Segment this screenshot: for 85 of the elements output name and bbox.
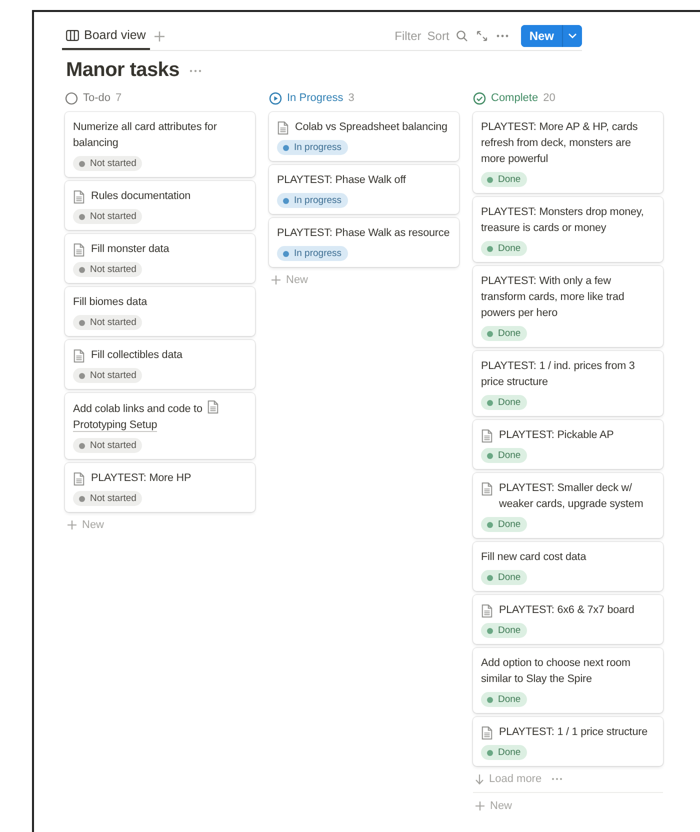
card-title: PLAYTEST: 6x6 & 7x7 board (499, 603, 634, 618)
status-tag: Not started (73, 315, 142, 330)
card-title: Fill biomes data (73, 295, 148, 310)
page-link[interactable]: Prototyping Setup (73, 419, 158, 432)
status-tag: Not started (73, 491, 142, 506)
card-title: Colab vs Spreadsheet balancing (295, 120, 448, 135)
task-card[interactable]: PLAYTEST: With only a few transform cards, more like trad powers per hero Done (473, 266, 663, 347)
task-card[interactable]: PLAYTEST: More AP & HP, cards refresh from deck, monsters are more powerful Done (473, 112, 663, 193)
board-view-tab[interactable]: Board view (62, 22, 150, 50)
status-tag: Not started (73, 209, 142, 224)
card-title: PLAYTEST: 1 / 1 price structure (499, 725, 648, 740)
card-title: Fill monster data (91, 242, 170, 257)
status-tag: In progress (277, 193, 348, 208)
task-card[interactable]: Rules documentation Not started (65, 181, 255, 230)
column-title: In Progress (287, 92, 344, 104)
task-card[interactable]: PLAYTEST: More HP Not started (65, 463, 255, 512)
status-tag: Done (481, 517, 527, 532)
task-card[interactable]: PLAYTEST: Phase Walk off In progress (269, 165, 459, 214)
card-title: Fill collectibles data (91, 348, 182, 363)
empty-circle-icon (65, 92, 78, 104)
board-title: Manor tasks (66, 59, 180, 82)
status-tag: Done (481, 570, 527, 585)
task-card[interactable]: PLAYTEST: 6x6 & 7x7 board Done (473, 595, 663, 644)
status-tag: Not started (73, 262, 142, 277)
card-title: Fill new card cost data (481, 550, 586, 565)
card-title: PLAYTEST: Phase Walk as resource (277, 226, 450, 241)
card-title: PLAYTEST: Monsters drop money, treasure is cards or money (481, 205, 645, 236)
status-tag: Not started (73, 438, 142, 453)
more-icon (550, 777, 563, 781)
card-title: Add option to choose next room similar to Slay the Spire (481, 656, 632, 687)
task-card[interactable]: Colab vs Spreadsheet balancing In progress (269, 112, 459, 161)
status-tag: In progress (277, 140, 348, 155)
status-tag: Done (481, 692, 527, 707)
column-title: To-do (83, 92, 111, 104)
task-card[interactable]: Fill biomes data Not started (65, 287, 255, 336)
status-tag: Done (481, 448, 527, 463)
caret-icon[interactable] (562, 25, 582, 47)
card-title: PLAYTEST: More AP & HP, cards refresh from deck, monsters are more powerful (481, 120, 639, 167)
card-title: PLAYTEST: Phase Walk off (277, 173, 406, 188)
status-tag: Done (481, 326, 527, 341)
task-card[interactable]: PLAYTEST: Phase Walk as resource In progress (269, 218, 459, 267)
add-view-icon[interactable] (154, 30, 165, 42)
status-tag: Done (481, 241, 527, 256)
task-card[interactable]: Add option to choose next room similar to Slay the Spire Done (473, 648, 663, 713)
status-tag: Not started (73, 156, 142, 171)
column-title: Complete (491, 92, 538, 104)
page-icon (207, 400, 220, 414)
plus-icon (67, 520, 77, 530)
task-card[interactable]: Fill collectibles data Not started (65, 340, 255, 389)
task-card[interactable]: Add colab links and code to Prototyping Setup Not started (65, 393, 255, 459)
task-card[interactable]: Fill monster data Not started (65, 234, 255, 283)
task-card[interactable]: PLAYTEST: Pickable AP Done (473, 420, 663, 469)
task-card[interactable]: Fill new card cost data Done (473, 542, 663, 591)
play-circle-icon (269, 92, 282, 104)
status-tag: Done (481, 623, 527, 638)
board-icon (66, 30, 79, 40)
expand-icon[interactable] (476, 30, 488, 42)
card-title: Rules documentation (91, 189, 191, 204)
card-title: Add colab links and code to Prototyping Setup (73, 400, 247, 433)
plus-icon (271, 275, 281, 285)
status-tag: Done (481, 745, 527, 760)
search-icon[interactable] (456, 30, 468, 42)
check-circle-icon (473, 92, 486, 104)
task-card[interactable]: PLAYTEST: 1 / 1 price structure Done (473, 717, 663, 766)
card-title: PLAYTEST: Smaller deck w/ weaker cards, upgrade system (499, 481, 644, 512)
card-title: PLAYTEST: Pickable AP (499, 428, 614, 443)
status-tag: Not started (73, 368, 142, 383)
column-count: 20 (543, 92, 556, 104)
status-tag: Done (481, 395, 527, 410)
card-title: Numerize all card attributes for balancing (73, 120, 218, 151)
task-card[interactable]: PLAYTEST: 1 / ind. prices from 3 price structure Done (473, 351, 663, 416)
more-icon[interactable] (496, 34, 510, 38)
card-title: PLAYTEST: More HP (91, 471, 192, 486)
column-count: 7 (116, 92, 122, 104)
status-tag: Done (481, 172, 527, 187)
status-tag: In progress (277, 246, 348, 261)
task-card[interactable]: Numerize all card attributes for balancing Not started (65, 112, 255, 177)
column-count: 3 (348, 92, 354, 104)
card-title: PLAYTEST: 1 / ind. prices from 3 price structure (481, 359, 636, 390)
card-title: PLAYTEST: With only a few transform cards, more like trad powers per hero (481, 274, 626, 321)
more-icon[interactable] (189, 68, 202, 72)
task-card[interactable]: PLAYTEST: Smaller deck w/ weaker cards, upgrade system Done (473, 473, 663, 538)
task-card[interactable]: PLAYTEST: Monsters drop money, treasure is cards or money Done (473, 197, 663, 262)
arrow-down-icon (475, 774, 484, 784)
plus-icon (475, 801, 485, 811)
